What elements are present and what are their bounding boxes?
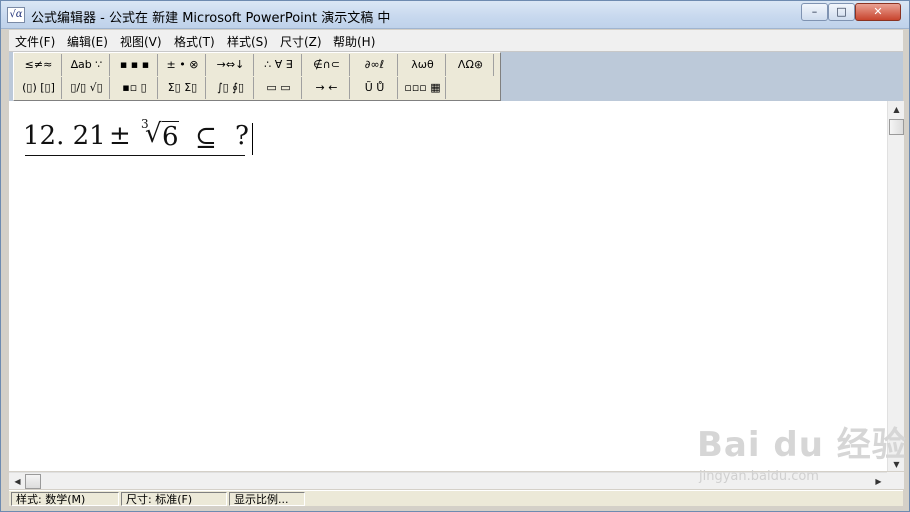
vertical-scroll-thumb[interactable]	[889, 119, 904, 135]
misc-symbols-palette-icon[interactable]: ∂∞ℓ	[352, 54, 398, 76]
products-template-icon[interactable]: Ũ Ů	[352, 77, 398, 99]
operators-palette-icon[interactable]: ± • ⊗	[160, 54, 206, 76]
palette-area: ≤≠≈ ∆ab ∵ ▪ ▪ ▪ ± • ⊗ →⇔↓ ∴ ∀ ∃ ∉∩⊂ ∂∞ℓ …	[13, 52, 501, 101]
logic-palette-icon[interactable]: ∴ ∀ ∃	[256, 54, 302, 76]
maximize-button[interactable]: □	[828, 3, 855, 21]
close-button[interactable]: ✕	[855, 3, 901, 21]
matrix-template-icon[interactable]: ▫▫▫ ▦	[400, 77, 446, 99]
title-bar[interactable]: √α 公式编辑器 - 公式在 新建 Microsoft PowerPoint 演…	[1, 1, 909, 29]
menu-bar: 文件(F) 编辑(E) 视图(V) 格式(T) 样式(S) 尺寸(Z) 帮助(H…	[9, 30, 903, 52]
arrows-palette-icon[interactable]: →⇔↓	[208, 54, 254, 76]
greek-uppercase-palette-icon[interactable]: ΛΩ⊛	[448, 54, 494, 76]
question-mark[interactable]: ?	[235, 121, 249, 151]
menu-format[interactable]: 格式(T)	[174, 33, 215, 50]
radicand[interactable]: 6	[162, 121, 179, 152]
summation-template-icon[interactable]: Σ▯ Σ▯	[160, 77, 206, 99]
bar-template-icon[interactable]: ▭ ▭	[256, 77, 302, 99]
subset-symbol[interactable]: ⊆	[195, 123, 217, 153]
equation-number[interactable]: 12. 21	[23, 121, 106, 151]
minimize-button[interactable]: –	[801, 3, 828, 21]
scrollbar-corner	[887, 472, 904, 489]
greek-lowercase-palette-icon[interactable]: λωθ	[400, 54, 446, 76]
watermark-logo: Bai du 经验	[697, 425, 907, 465]
menu-style[interactable]: 样式(S)	[227, 33, 268, 50]
embellishments-palette-icon[interactable]: ▪ ▪ ▪	[112, 54, 158, 76]
text-caret	[252, 123, 253, 155]
plus-minus-symbol[interactable]: ±	[109, 121, 131, 151]
menu-size[interactable]: 尺寸(Z)	[280, 33, 322, 50]
status-style: 样式: 数学(M)	[11, 492, 119, 506]
set-theory-palette-icon[interactable]: ∉∩⊂	[304, 54, 350, 76]
sqrt-alpha-app-icon[interactable]: √α	[7, 7, 25, 23]
fences-template-icon[interactable]: (▯) [▯]	[16, 77, 62, 99]
fraction-radical-template-icon[interactable]: ▯/▯ √▯	[64, 77, 110, 99]
equation-baseline-underline	[25, 155, 245, 156]
menu-help[interactable]: 帮助(H)	[333, 33, 375, 50]
menu-file[interactable]: 文件(F)	[15, 33, 55, 50]
script-template-icon[interactable]: ▪▫ ▯	[112, 77, 158, 99]
scroll-left-icon[interactable]: ◀	[10, 474, 25, 489]
spaces-ellipses-palette-icon[interactable]: ∆ab ∵	[64, 54, 110, 76]
integral-template-icon[interactable]: ∫▯ ∮▯	[208, 77, 254, 99]
labeled-arrow-template-icon[interactable]: → ←	[304, 77, 350, 99]
equation-editor-window: √α 公式编辑器 - 公式在 新建 Microsoft PowerPoint 演…	[0, 0, 910, 512]
scroll-up-icon[interactable]: ▲	[889, 102, 904, 117]
template-toolbar: ≤≠≈ ∆ab ∵ ▪ ▪ ▪ ± • ⊗ →⇔↓ ∴ ∀ ∃ ∉∩⊂ ∂∞ℓ …	[9, 52, 903, 101]
status-zoom: 显示比例...	[229, 492, 305, 506]
scroll-right-icon[interactable]: ▶	[871, 474, 886, 489]
radical-sign: √	[145, 119, 162, 149]
vertical-scrollbar[interactable]: ▲ ▼	[887, 101, 904, 471]
watermark-url: jingyan.baidu.com	[699, 469, 819, 484]
horizontal-scroll-thumb[interactable]	[25, 474, 41, 489]
menu-view[interactable]: 视图(V)	[120, 33, 162, 50]
menu-edit[interactable]: 编辑(E)	[67, 33, 108, 50]
status-size: 尺寸: 标准(F)	[121, 492, 227, 506]
relations-palette-icon[interactable]: ≤≠≈	[16, 54, 62, 76]
baidu-jingyan-watermark: Bai du 经验 jingyan.baidu.com	[697, 413, 906, 493]
window-title: 公式编辑器 - 公式在 新建 Microsoft PowerPoint 演示文稿…	[31, 11, 391, 26]
